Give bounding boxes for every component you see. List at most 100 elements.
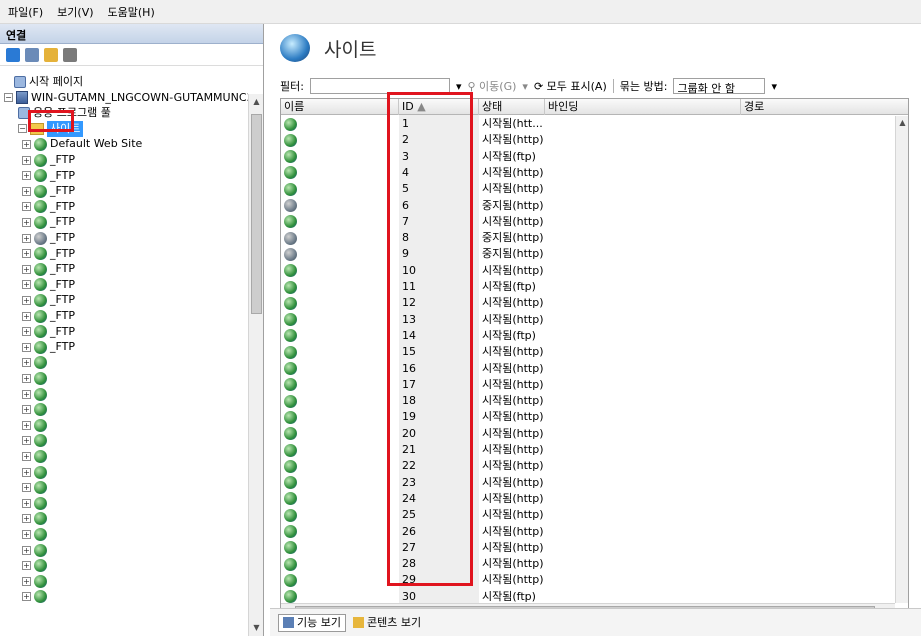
expand-toggle-icon[interactable]: + xyxy=(22,529,31,539)
tree-node[interactable]: + xyxy=(22,589,50,605)
column-header-status[interactable]: 상태 xyxy=(479,99,545,115)
expand-toggle-icon[interactable]: + xyxy=(22,233,31,243)
table-row[interactable]: 30 시작됨(ftp) xyxy=(281,589,895,603)
table-row[interactable]: 10 시작됨(http) xyxy=(281,263,895,279)
tree-node[interactable]: + xyxy=(22,370,50,386)
filter-dropdown-icon[interactable]: ▾ xyxy=(456,80,462,93)
table-row[interactable]: 27 시작됨(http) xyxy=(281,540,895,556)
expand-toggle-icon[interactable]: + xyxy=(22,576,31,586)
table-row[interactable]: 5 시작됨(http) xyxy=(281,181,895,197)
expand-toggle-icon[interactable]: + xyxy=(22,467,31,477)
expand-toggle-icon[interactable]: + xyxy=(22,389,31,399)
expand-toggle-icon[interactable]: + xyxy=(22,171,31,181)
column-header-name[interactable]: 이름 xyxy=(281,99,399,115)
tree-node[interactable]: + xyxy=(22,573,50,589)
tree-node[interactable]: + _FTP xyxy=(22,246,75,262)
tab-content-view[interactable]: 콘텐츠 보기 xyxy=(348,614,426,632)
expand-toggle-icon[interactable]: + xyxy=(22,295,31,305)
expand-toggle-icon[interactable]: + xyxy=(22,280,31,290)
table-row[interactable]: 23 시작됨(http) xyxy=(281,475,895,491)
tree-node[interactable]: + xyxy=(22,433,50,449)
table-row[interactable]: 13 시작됨(http) xyxy=(281,312,895,328)
tab-features-view[interactable]: 기능 보기 xyxy=(278,613,346,632)
group-by-dropdown-icon[interactable]: ▾ xyxy=(771,80,777,93)
menu-file[interactable]: 파일(F) xyxy=(8,4,43,20)
tree-node[interactable]: + _FTP xyxy=(22,277,75,293)
tree-node[interactable]: + _FTP xyxy=(22,324,75,340)
expand-toggle-icon[interactable]: + xyxy=(22,264,31,274)
table-row[interactable]: 8 중지됨(http) xyxy=(281,230,895,246)
table-row[interactable]: 9 중지됨(http) xyxy=(281,246,895,262)
table-row[interactable]: 26 시작됨(http) xyxy=(281,524,895,540)
expand-toggle-icon[interactable]: + xyxy=(22,139,31,149)
tree-node[interactable]: + xyxy=(22,526,50,542)
connect-icon[interactable] xyxy=(6,47,20,62)
scroll-down-icon[interactable]: ▼ xyxy=(250,621,263,634)
table-row[interactable]: 28 시작됨(http) xyxy=(281,556,895,572)
tree-node[interactable]: + Default Web Site xyxy=(22,136,142,152)
list-vertical-scrollbar[interactable]: ▲ xyxy=(895,116,908,603)
table-row[interactable]: 19 시작됨(http) xyxy=(281,409,895,425)
table-row[interactable]: 11 시작됨(ftp) xyxy=(281,279,895,295)
tree-node[interactable]: + xyxy=(22,448,50,464)
tree-node[interactable]: + xyxy=(22,495,50,511)
filter-input[interactable] xyxy=(309,78,450,94)
expand-toggle-icon[interactable]: − xyxy=(4,93,13,103)
expand-toggle-icon[interactable]: + xyxy=(22,217,31,227)
expand-toggle-icon[interactable]: + xyxy=(22,358,31,368)
expand-toggle-icon[interactable]: + xyxy=(22,405,31,415)
go-dropdown-icon[interactable]: ▾ xyxy=(522,80,528,93)
table-row[interactable]: 2 시작됨(http) xyxy=(281,132,895,148)
menu-help[interactable]: 도움말(H) xyxy=(108,4,155,20)
tree-node[interactable]: + _FTP xyxy=(22,199,75,215)
expand-toggle-icon[interactable]: + xyxy=(22,451,31,461)
tree-node[interactable]: + xyxy=(22,511,50,527)
tree-node[interactable]: − 사이트 xyxy=(18,120,84,137)
table-row[interactable]: 25 시작됨(http) xyxy=(281,507,895,523)
tree-node[interactable]: + _FTP xyxy=(22,152,75,168)
expand-toggle-icon[interactable]: − xyxy=(18,124,27,134)
table-row[interactable]: 4 시작됨(http) xyxy=(281,165,895,181)
tree-node[interactable]: + xyxy=(22,402,50,418)
tree-node[interactable]: + _FTP xyxy=(22,183,75,199)
table-row[interactable]: 20 시작됨(http) xyxy=(281,426,895,442)
go-button[interactable]: ⚲ 이동(G) xyxy=(467,78,516,94)
table-row[interactable]: 7 시작됨(http) xyxy=(281,214,895,230)
column-header-binding[interactable]: 바인딩 xyxy=(545,99,741,115)
expand-toggle-icon[interactable]: + xyxy=(22,436,31,446)
expand-toggle-icon[interactable]: + xyxy=(22,592,31,602)
column-header-id[interactable]: ID ▲ xyxy=(399,99,479,115)
table-row[interactable]: 14 시작됨(ftp) xyxy=(281,328,895,344)
tree-node[interactable]: + _FTP xyxy=(22,308,75,324)
expand-toggle-icon[interactable]: + xyxy=(22,514,31,524)
tree-node[interactable]: + _FTP xyxy=(22,168,75,184)
tree-node[interactable]: 응용 프로그램 풀 xyxy=(18,105,111,121)
up-folder-icon[interactable] xyxy=(44,47,58,62)
expand-toggle-icon[interactable]: + xyxy=(22,373,31,383)
expand-toggle-icon[interactable]: + xyxy=(22,483,31,493)
tree-node[interactable]: + xyxy=(22,417,50,433)
tree-vertical-scrollbar[interactable]: ▲ ▼ xyxy=(248,94,263,636)
table-row[interactable]: 22 시작됨(http) xyxy=(281,458,895,474)
table-row[interactable]: 15 시작됨(http) xyxy=(281,344,895,360)
expand-toggle-icon[interactable]: + xyxy=(22,420,31,430)
tree-node[interactable]: + xyxy=(22,480,50,496)
save-icon[interactable] xyxy=(25,47,39,62)
expand-toggle-icon[interactable]: + xyxy=(22,186,31,196)
tree-node[interactable]: + xyxy=(22,464,50,480)
table-row[interactable]: 29 시작됨(http) xyxy=(281,572,895,588)
tree-node[interactable]: + _FTP xyxy=(22,230,75,246)
tree-node[interactable]: + xyxy=(22,355,50,371)
scroll-thumb[interactable] xyxy=(251,114,262,314)
table-row[interactable]: 1 시작됨(htt... xyxy=(281,116,895,132)
expand-toggle-icon[interactable]: + xyxy=(22,561,31,571)
expand-toggle-icon[interactable]: + xyxy=(22,545,31,555)
disconnect-icon[interactable] xyxy=(63,47,77,62)
tree-node[interactable]: + _FTP xyxy=(22,292,75,308)
column-header-path[interactable]: 경로 xyxy=(741,99,895,115)
expand-toggle-icon[interactable]: + xyxy=(22,155,31,165)
table-row[interactable]: 16 시작됨(http) xyxy=(281,361,895,377)
tree-node[interactable]: + _FTP xyxy=(22,214,75,230)
tree-node[interactable]: + _FTP xyxy=(22,339,75,355)
table-row[interactable]: 24 시작됨(http) xyxy=(281,491,895,507)
